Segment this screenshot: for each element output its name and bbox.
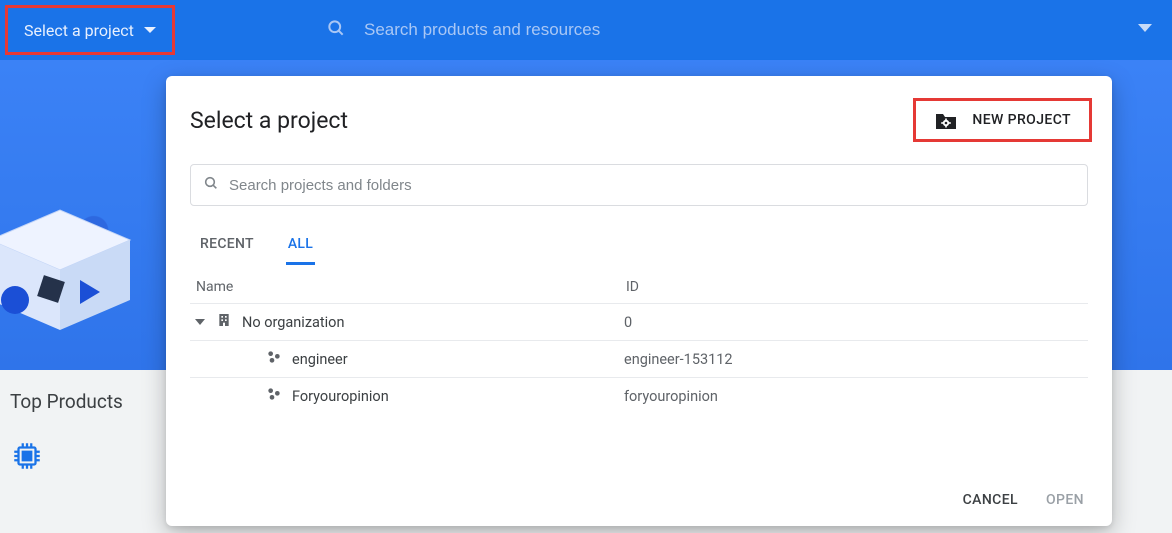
topbar: Select a project [0, 0, 1172, 60]
global-search[interactable] [326, 18, 1156, 42]
modal-tabs: Recent All [190, 226, 1088, 265]
organization-icon [216, 312, 232, 332]
global-search-input[interactable] [364, 20, 1156, 40]
project-search[interactable] [190, 164, 1088, 206]
cancel-button[interactable]: Cancel [963, 492, 1018, 508]
row-name: Foryouropinion [292, 388, 389, 405]
project-selector-dropdown[interactable]: Select a project [5, 5, 175, 55]
new-project-label: New Project [972, 112, 1071, 128]
modal-title: Select a project [190, 107, 348, 134]
search-icon [203, 175, 219, 195]
tab-recent[interactable]: Recent [198, 226, 256, 265]
column-name: Name [196, 279, 626, 295]
row-name: No organization [242, 314, 344, 331]
folder-gear-icon [934, 111, 956, 129]
open-button[interactable]: Open [1046, 492, 1084, 508]
search-icon [326, 18, 346, 42]
project-icon [266, 386, 282, 406]
table-row[interactable]: Foryouropinion foryouropinion [190, 377, 1088, 414]
chevron-down-icon [144, 27, 156, 33]
modal-footer: Cancel Open [166, 476, 1112, 526]
table-row[interactable]: engineer engineer-153112 [190, 340, 1088, 377]
box-illustration [0, 180, 160, 340]
project-icon [266, 349, 282, 369]
expand-toggle-icon[interactable] [194, 319, 206, 325]
tab-all[interactable]: All [286, 226, 315, 265]
project-search-input[interactable] [229, 177, 1075, 194]
table-header: Name ID [190, 269, 1088, 303]
modal-header: Select a project New Project [166, 76, 1112, 158]
table-row[interactable]: No organization 0 [190, 303, 1088, 340]
row-id: foryouropinion [624, 388, 1084, 405]
row-name: engineer [292, 351, 348, 368]
new-project-button[interactable]: New Project [913, 98, 1092, 142]
compute-chip-icon[interactable] [10, 439, 44, 473]
column-id: ID [626, 279, 1082, 295]
modal-body: Recent All Name ID No organization 0 [166, 158, 1112, 476]
row-id: 0 [624, 314, 1084, 331]
row-id: engineer-153112 [624, 351, 1084, 368]
chevron-down-icon[interactable] [1138, 24, 1152, 32]
project-selector-modal: Select a project New Project Recent A [166, 76, 1112, 526]
project-selector-label: Select a project [24, 21, 134, 40]
